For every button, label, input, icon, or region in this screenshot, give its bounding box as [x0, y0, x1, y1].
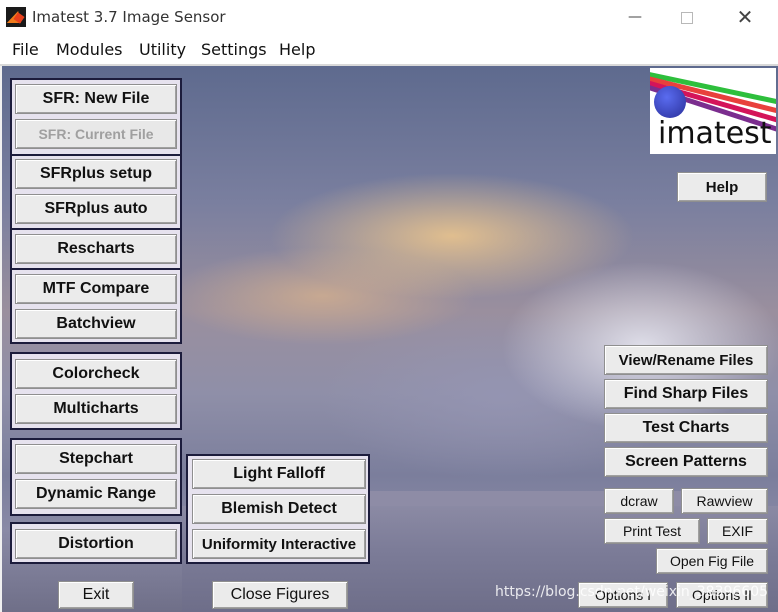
find-sharp-files-button[interactable]: Find Sharp Files	[604, 379, 768, 409]
maximize-button[interactable]	[664, 0, 710, 34]
menu-bar: File Modules Utility Settings Help	[0, 34, 778, 64]
close-button[interactable]: ✕	[722, 0, 768, 34]
dcraw-button[interactable]: dcraw	[604, 488, 674, 514]
batchview-button[interactable]: Batchview	[15, 309, 177, 339]
watermark-text: https://blog.csdn.net/weixin_38396605	[495, 584, 769, 600]
menu-utility[interactable]: Utility	[139, 40, 186, 59]
multicharts-button[interactable]: Multicharts	[15, 394, 177, 424]
view-rename-files-button[interactable]: View/Rename Files	[604, 345, 768, 375]
title-bar: Imatest 3.7 Image Sensor — ✕	[0, 0, 778, 34]
colorcheck-button[interactable]: Colorcheck	[15, 359, 177, 389]
help-button[interactable]: Help	[677, 172, 767, 202]
imatest-logo: imatest	[650, 68, 776, 154]
distortion-button[interactable]: Distortion	[15, 529, 177, 559]
logo-circle-icon	[654, 86, 686, 118]
menu-help[interactable]: Help	[279, 40, 315, 59]
light-falloff-button[interactable]: Light Falloff	[192, 459, 366, 489]
open-fig-file-button[interactable]: Open Fig File	[656, 548, 768, 574]
exif-button[interactable]: EXIF	[707, 518, 768, 544]
test-charts-button[interactable]: Test Charts	[604, 413, 768, 443]
blemish-detect-button[interactable]: Blemish Detect	[192, 494, 366, 524]
sfrplus-auto-button[interactable]: SFRplus auto	[15, 194, 177, 224]
uniformity-interactive-button[interactable]: Uniformity Interactive	[192, 529, 366, 559]
exit-button[interactable]: Exit	[58, 581, 134, 609]
sfrplus-setup-button[interactable]: SFRplus setup	[15, 159, 177, 189]
window-title: Imatest 3.7 Image Sensor	[32, 8, 226, 26]
close-figures-button[interactable]: Close Figures	[212, 581, 348, 609]
matlab-app-icon	[6, 7, 26, 27]
maximize-icon	[681, 11, 693, 24]
rescharts-button[interactable]: Rescharts	[15, 234, 177, 264]
rawview-button[interactable]: Rawview	[681, 488, 768, 514]
mtf-compare-button[interactable]: MTF Compare	[15, 274, 177, 304]
sfr-new-file-button[interactable]: SFR: New File	[15, 84, 177, 114]
print-test-button[interactable]: Print Test	[604, 518, 700, 544]
dynamic-range-button[interactable]: Dynamic Range	[15, 479, 177, 509]
minimize-button[interactable]: —	[612, 0, 658, 34]
screen-patterns-button[interactable]: Screen Patterns	[604, 447, 768, 477]
logo-wordmark: imatest	[658, 116, 772, 151]
menu-file[interactable]: File	[12, 40, 39, 59]
menu-settings[interactable]: Settings	[201, 40, 267, 59]
sfr-current-file-button[interactable]: SFR: Current File	[15, 119, 177, 149]
menu-modules[interactable]: Modules	[56, 40, 123, 59]
stepchart-button[interactable]: Stepchart	[15, 444, 177, 474]
